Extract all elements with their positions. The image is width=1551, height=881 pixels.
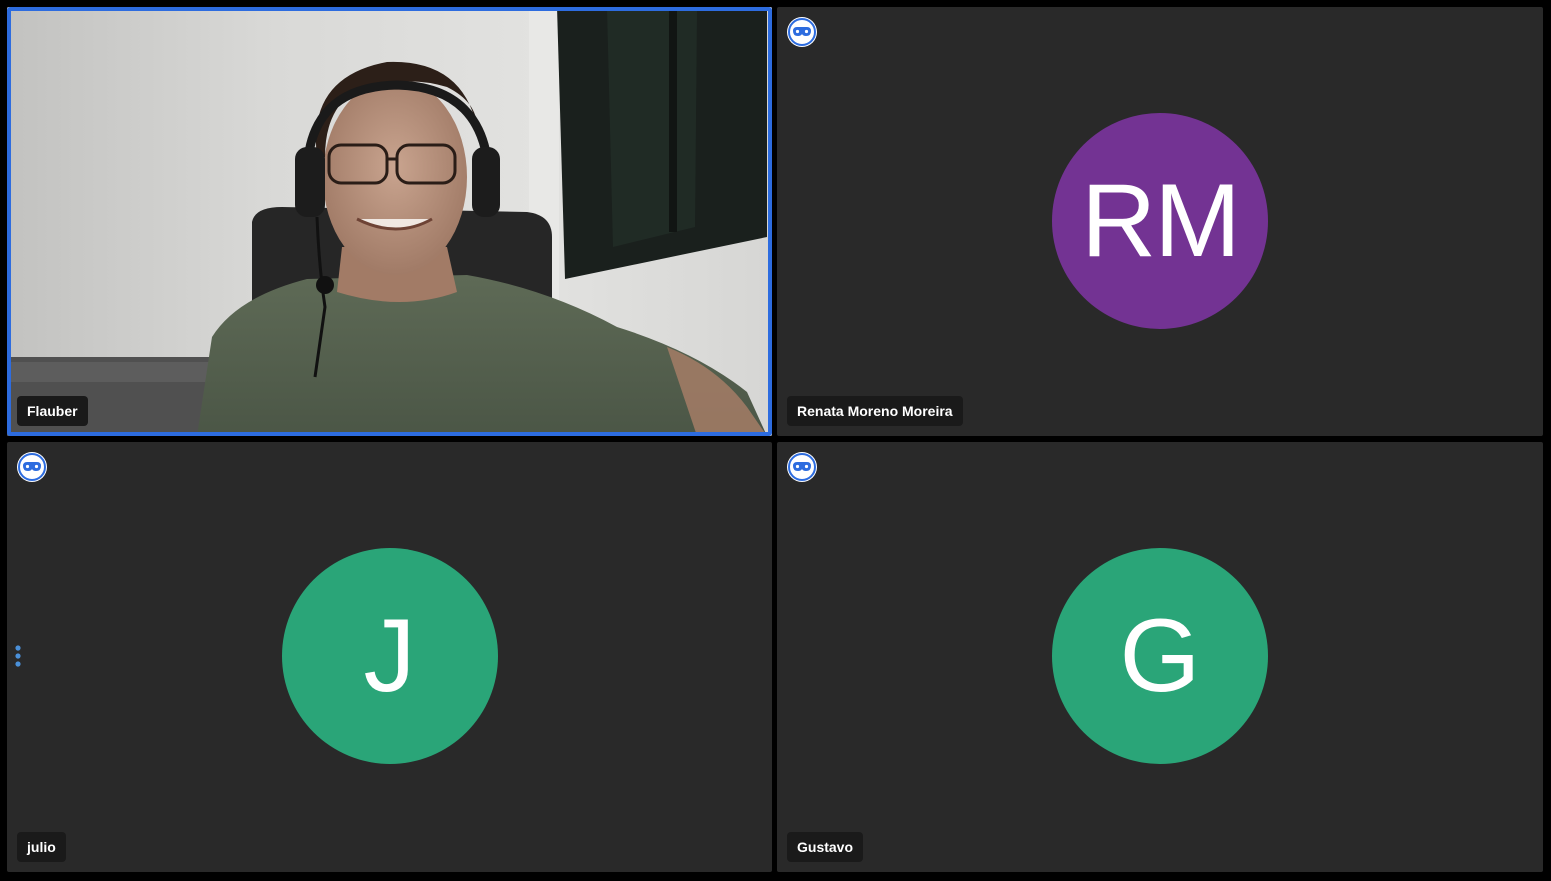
participant-tile-julio[interactable]: J julio xyxy=(7,442,772,872)
participant-tile-flauber[interactable]: Flauber xyxy=(7,7,772,436)
avatar: G xyxy=(1052,548,1268,764)
incognito-mask-icon xyxy=(787,452,817,482)
more-options-icon[interactable] xyxy=(13,644,23,672)
incognito-mask-icon xyxy=(787,17,817,47)
participant-tile-gustavo[interactable]: G Gustavo xyxy=(777,442,1543,872)
participant-tile-renata[interactable]: RM Renata Moreno Moreira xyxy=(777,7,1543,436)
camera-image xyxy=(7,7,772,436)
participant-name-tag: Renata Moreno Moreira xyxy=(787,396,963,426)
avatar: J xyxy=(281,548,498,764)
participant-name-tag: julio xyxy=(17,832,66,862)
video-feed xyxy=(7,7,772,436)
avatar: RM xyxy=(1052,113,1268,329)
participant-name-tag: Flauber xyxy=(17,396,88,426)
incognito-mask-icon xyxy=(17,452,47,482)
participant-name-tag: Gustavo xyxy=(787,832,864,862)
